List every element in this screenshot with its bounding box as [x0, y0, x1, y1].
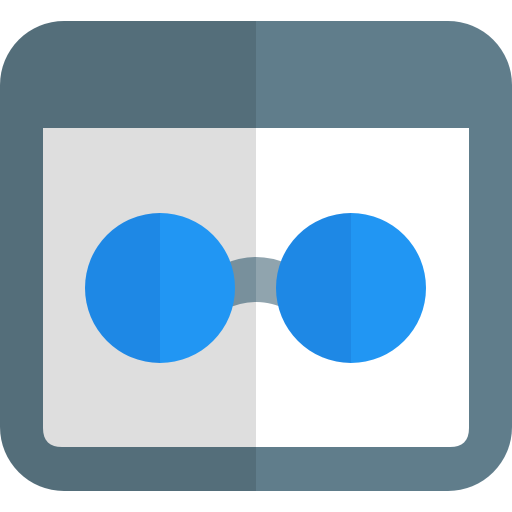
right-lens: [276, 213, 426, 363]
icon-canvas: [0, 0, 512, 512]
left-lens: [85, 213, 235, 363]
browser-glasses-icon: [0, 21, 512, 491]
